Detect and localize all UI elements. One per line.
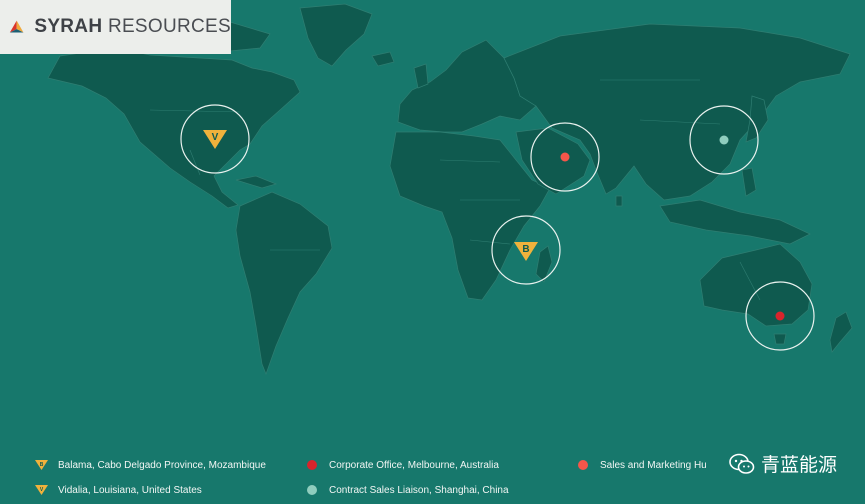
legend-label: Corporate Office, Melbourne, Australia bbox=[329, 459, 499, 471]
watermark-text: 青蓝能源 bbox=[760, 455, 837, 476]
marker-shanghai[interactable] bbox=[719, 135, 729, 145]
legend-item-sales-hub: Sales and Marketing Hu bbox=[576, 458, 707, 472]
coral-dot-icon bbox=[576, 458, 590, 472]
marker-melbourne[interactable] bbox=[775, 311, 785, 321]
legend-label: Contract Sales Liaison, Shanghai, China bbox=[329, 484, 509, 496]
brand-name: SYRAH RESOURCES bbox=[34, 16, 231, 38]
brand-logo: SYRAH RESOURCES bbox=[0, 0, 231, 54]
watermark: 青蓝能源 bbox=[729, 450, 837, 477]
legend-label: Sales and Marketing Hu bbox=[600, 459, 707, 471]
svg-text:B: B bbox=[39, 462, 43, 468]
teal-dot-icon bbox=[305, 483, 319, 497]
legend-item-shanghai: Contract Sales Liaison, Shanghai, China bbox=[305, 483, 509, 497]
orange-triangle-icon: B bbox=[34, 458, 48, 472]
marker-vidalia-letter: V bbox=[212, 132, 219, 143]
legend-label: Balama, Cabo Delgado Province, Mozambiqu… bbox=[58, 459, 266, 471]
marker-balama-letter: B bbox=[522, 244, 529, 255]
legend-item-vidalia: V Vidalia, Louisiana, United States bbox=[34, 483, 202, 497]
legend-label: Vidalia, Louisiana, United States bbox=[58, 484, 202, 496]
legend-item-melbourne: Corporate Office, Melbourne, Australia bbox=[305, 458, 499, 472]
world-map: V B bbox=[0, 0, 865, 504]
marker-dubai[interactable] bbox=[560, 152, 570, 162]
land-sri-lanka bbox=[615, 195, 623, 207]
brand-name-rest: RESOURCES bbox=[102, 16, 231, 37]
orange-triangle-icon: V bbox=[34, 483, 48, 497]
wechat-icon bbox=[729, 453, 755, 474]
land-tasmania bbox=[773, 333, 787, 345]
red-dot-icon bbox=[305, 458, 319, 472]
syrah-logo-icon bbox=[9, 20, 24, 33]
legend-item-balama: B Balama, Cabo Delgado Province, Mozambi… bbox=[34, 458, 266, 472]
brand-name-bold: SYRAH bbox=[34, 16, 103, 37]
map-stage: V B SYRAH RESOURCES B Balama, Cabo Delga… bbox=[0, 0, 865, 504]
